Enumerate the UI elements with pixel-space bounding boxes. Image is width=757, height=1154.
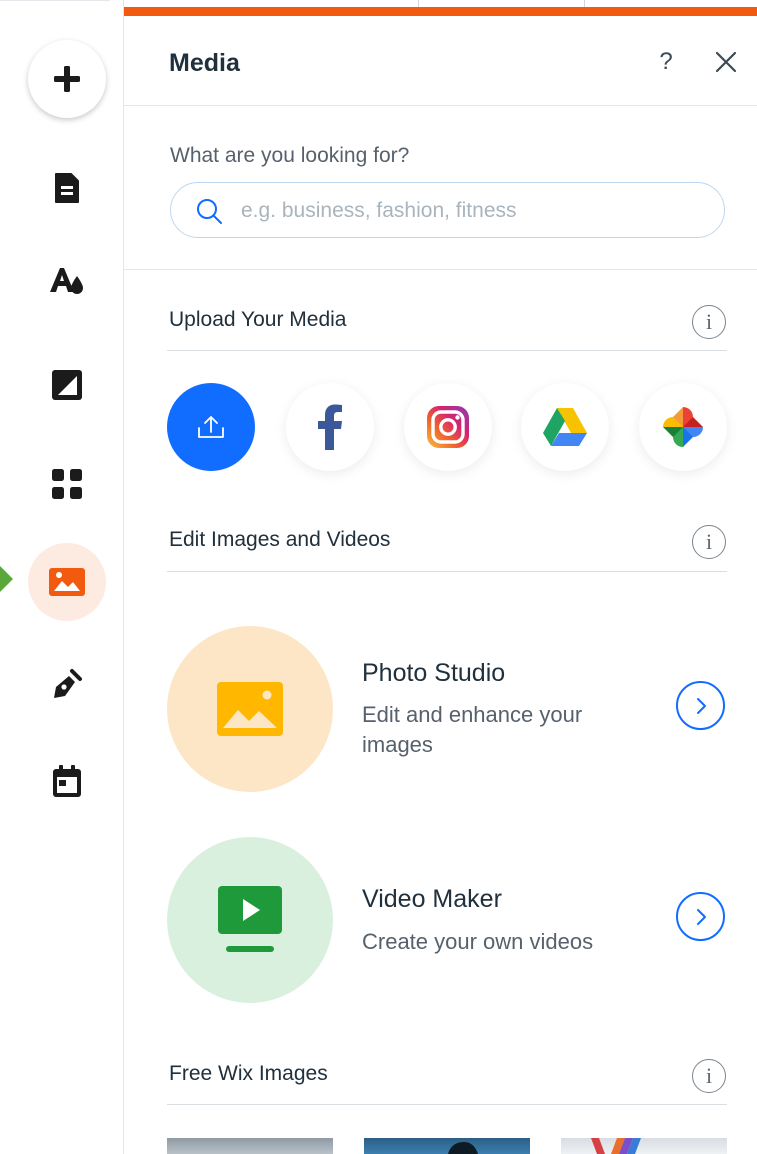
media-panel: Media ? What are you looking for? Upload…	[124, 16, 757, 1154]
pen-icon	[54, 669, 82, 698]
instagram-button[interactable]	[404, 383, 492, 471]
photo-studio-thumbnail[interactable]	[167, 626, 333, 792]
photo-studio-title[interactable]: Photo Studio	[362, 659, 505, 688]
facebook-icon	[318, 404, 342, 450]
media-icon	[49, 568, 85, 596]
google-photos-button[interactable]	[639, 383, 727, 471]
free-image-thumbnail[interactable]	[561, 1138, 727, 1154]
add-icon	[54, 66, 80, 92]
upload-section-title: Upload Your Media	[169, 308, 347, 331]
left-rail	[0, 0, 124, 1154]
thumbnail-silhouette	[448, 1142, 478, 1154]
video-maker-arrow-button[interactable]	[676, 892, 725, 941]
upload-button[interactable]	[167, 383, 255, 471]
apps-button[interactable]	[28, 445, 106, 523]
panel-header: Media ?	[124, 16, 757, 106]
chevron-right-icon	[696, 697, 706, 714]
search-label: What are you looking for?	[170, 144, 410, 167]
media-button[interactable]	[28, 543, 106, 621]
image-icon	[217, 682, 283, 736]
upload-info-icon[interactable]: i	[692, 305, 726, 339]
free-images-section-title: Free Wix Images	[169, 1062, 328, 1085]
bookings-button[interactable]	[28, 742, 106, 820]
add-elements-button[interactable]	[28, 40, 106, 118]
apps-icon	[52, 469, 82, 499]
google-drive-button[interactable]	[521, 383, 609, 471]
top-bar-separator	[418, 0, 419, 7]
calendar-icon	[53, 765, 81, 797]
theme-button[interactable]	[28, 242, 106, 320]
free-image-thumbnail[interactable]	[167, 1138, 333, 1154]
top-accent-stripe	[124, 7, 757, 16]
google-drive-icon	[543, 408, 587, 446]
google-photos-icon	[663, 407, 703, 447]
panel-title: Media	[169, 49, 240, 77]
search-box[interactable]	[170, 182, 725, 238]
facebook-button[interactable]	[286, 383, 374, 471]
video-maker-description: Create your own videos	[362, 929, 594, 954]
rail-top-divider	[0, 0, 110, 1]
chevron-right-icon	[696, 908, 706, 925]
video-maker-thumbnail[interactable]	[167, 837, 333, 1003]
help-button[interactable]: ?	[654, 48, 678, 76]
video-maker-title[interactable]: Video Maker	[362, 885, 502, 914]
video-icon	[218, 886, 282, 952]
top-accent-bar	[124, 0, 757, 16]
top-bar-separator	[584, 0, 585, 7]
upload-icon	[198, 416, 224, 438]
edit-info-icon[interactable]: i	[692, 525, 726, 559]
background-button[interactable]	[28, 346, 106, 424]
free-image-thumbnail[interactable]	[364, 1138, 530, 1154]
search-icon	[197, 199, 222, 224]
thumbnail-stripes	[591, 1138, 641, 1154]
free-images-section-divider	[167, 1104, 727, 1105]
edit-section-title: Edit Images and Videos	[169, 528, 391, 551]
active-indicator-arrow	[0, 566, 13, 592]
pages-button[interactable]	[28, 149, 106, 227]
theme-icon	[50, 268, 83, 294]
upload-section-divider	[167, 350, 727, 351]
pages-icon	[55, 173, 79, 203]
instagram-icon	[427, 406, 469, 448]
photo-studio-description: Edit and enhance your images	[362, 702, 583, 757]
blog-button[interactable]	[28, 645, 106, 723]
background-icon	[52, 370, 82, 400]
search-divider	[124, 269, 757, 270]
edit-section-divider	[167, 571, 727, 572]
close-icon[interactable]	[712, 48, 740, 76]
photo-studio-arrow-button[interactable]	[676, 681, 725, 730]
search-input[interactable]	[241, 196, 701, 226]
free-images-info-icon[interactable]: i	[692, 1059, 726, 1093]
